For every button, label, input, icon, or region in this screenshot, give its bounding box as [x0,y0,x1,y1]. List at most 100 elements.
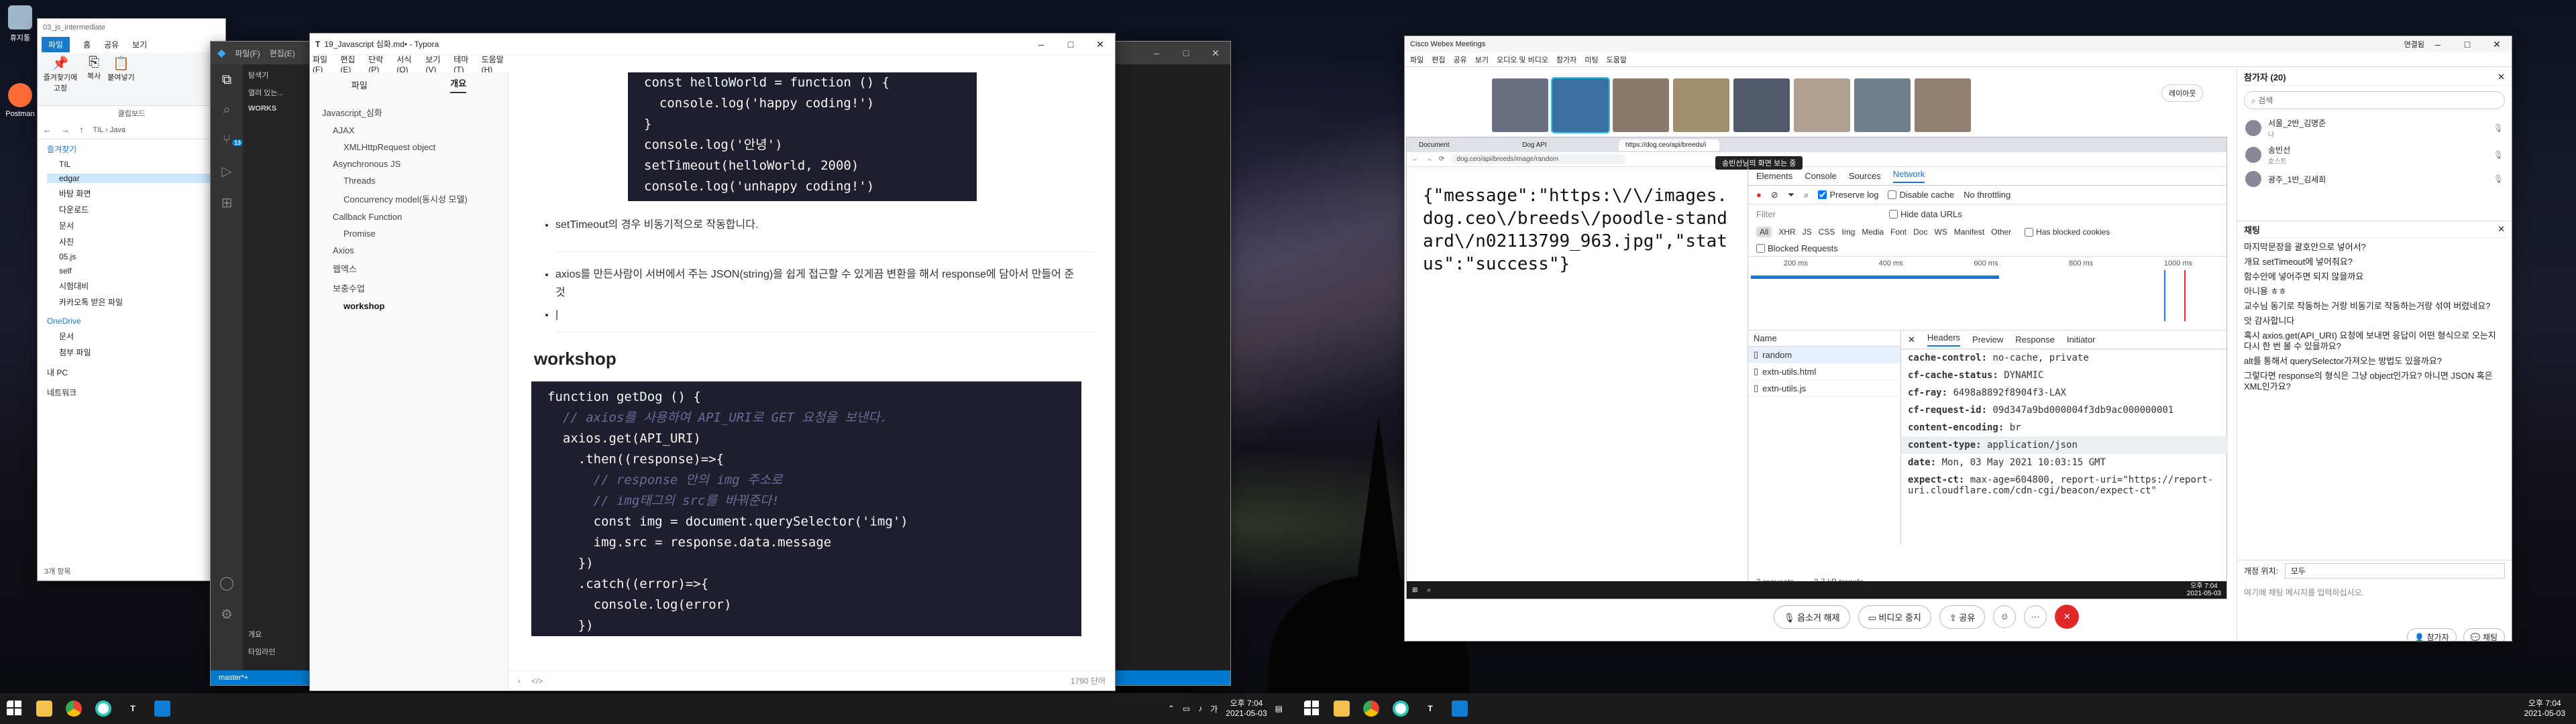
close-icon[interactable]: ✕ [2498,224,2512,235]
outline-item[interactable]: Threads [322,176,496,186]
tab-outline[interactable]: 개요 [450,76,467,93]
request-row[interactable]: ▯ extn-utils.js [1748,380,1900,397]
vscode-menu-file[interactable]: 파일(F) [235,48,260,59]
whale-taskbar-icon[interactable] [89,693,118,724]
devtools-tab[interactable]: Elements [1756,171,1792,181]
resource-type-filter[interactable]: XHR [1778,227,1795,237]
start-icon[interactable] [0,693,30,724]
tab-files[interactable]: 파일 [352,78,368,91]
nav-item[interactable]: 문서 [47,220,225,231]
reactions-icon[interactable]: ☺ [1993,605,2017,628]
resource-type-filter[interactable]: WS [1934,227,1947,237]
vscode-menu-edit[interactable]: 편집(E) [270,48,295,59]
outline-item[interactable]: Promise [322,229,496,239]
vscode-taskbar-icon[interactable] [148,693,177,724]
browser-tab[interactable]: Document [1412,139,1513,151]
nav-item[interactable]: 내 PC [47,367,225,378]
webex-menu-item[interactable]: 미팅 [1585,54,1598,65]
share-button[interactable]: ⇪ 공유 [1939,605,1986,629]
search-icon[interactable]: ⌕ [1804,190,1809,200]
menu-file[interactable]: 파일(F) [313,54,335,74]
chrome-taskbar-icon[interactable] [59,693,89,724]
taskbar-clock[interactable]: 오후 7:04 [2528,699,2561,709]
resource-type-filter[interactable]: JS [1803,227,1812,237]
typora-editor[interactable]: const helloWorld = function () { console… [531,72,1095,669]
code-block[interactable]: const helloWorld = function () { console… [628,72,977,201]
outline-item[interactable]: AJAX [322,125,496,135]
ribbon-tab-share[interactable]: 공유 [104,39,119,50]
menu-format[interactable]: 서식(O) [396,54,420,74]
notification-icon[interactable]: ▤ [1275,704,1283,713]
nav-item[interactable]: TIL [47,160,225,169]
nav-item[interactable]: 다운로드 [47,204,225,215]
has-blocked-cookies-checkbox[interactable]: Has blocked cookies [2025,227,2110,237]
hide-data-urls-checkbox[interactable]: Hide data URLs [1889,209,1962,219]
settings-gear-icon[interactable]: ⚙ [221,606,233,623]
devtools-tab[interactable]: Console [1805,171,1837,181]
menu-view[interactable]: 보기(V) [425,54,448,74]
pin-quick-access-button[interactable]: 📌 즐겨찾기에 고정 [40,55,80,93]
resource-type-filter[interactable]: Media [1862,227,1884,237]
mute-button[interactable]: 🎙 음소거 해제 [1774,605,1850,629]
nav-item[interactable]: 첨부 파일 [47,347,225,358]
outline-item[interactable]: 보충수업 [322,282,496,294]
reload-icon[interactable]: ⟳ [1439,156,1444,163]
maximize-icon[interactable]: □ [1056,34,1085,55]
participant-row[interactable]: 송빈선 호스트 🎙 [2237,141,2512,168]
participant-search-input[interactable]: ⌕ 검색 [2244,91,2505,109]
nav-item[interactable]: 카카오톡 받은 파일 [47,296,225,308]
file-explorer-taskbar-icon[interactable] [1327,693,1356,724]
paste-button[interactable]: 📋 붙여넣기 [107,55,134,82]
leave-meeting-icon[interactable]: ✕ [2055,605,2080,629]
nav-item[interactable]: self [47,266,225,276]
chrome-taskbar-icon[interactable] [1356,693,1386,724]
browser-tab[interactable]: https://dog.ceo/api/breeds/i [1619,139,1719,151]
chat-panel-button[interactable]: 💬 채팅 [2463,628,2505,641]
devtools-tab[interactable]: Sources [1849,171,1881,181]
menu-help[interactable]: 도움말(H) [482,54,511,74]
webex-menu-item[interactable]: 참가자 [1556,54,1576,65]
nav-item[interactable]: 네트워크 [47,387,225,398]
typora-taskbar-icon[interactable]: T [118,693,148,724]
volume-icon[interactable]: ♪ [1198,704,1202,713]
clear-icon[interactable]: ⊘ [1771,190,1778,200]
address-bar[interactable]: TIL › Java [93,126,126,134]
participant-row[interactable]: 광주_1반_김세희 🎙 [2237,168,2512,190]
disable-cache-checkbox[interactable]: Disable cache [1888,190,1954,200]
menu-theme[interactable]: 테마(T) [453,54,476,74]
resource-type-filter[interactable]: Manifest [1954,227,1984,237]
detail-tab[interactable]: Preview [1972,335,2003,345]
nav-item[interactable]: 05.js [47,252,225,261]
chat-to-select[interactable]: 모두 [2284,563,2505,579]
preserve-log-checkbox[interactable]: Preserve log [1818,190,1878,200]
network-icon[interactable]: ▭ [1183,704,1190,713]
file-explorer-taskbar-icon[interactable] [30,693,59,724]
close-icon[interactable]: ✕ [2498,72,2512,82]
minimize-icon[interactable]: – [2423,36,2453,52]
nav-item[interactable]: edgar [47,174,225,183]
outline-item[interactable]: Asynchronous JS [322,159,496,169]
taskbar-date[interactable]: 2021-05-03 [1226,709,1267,719]
explorer-files-icon[interactable]: ⧉ [222,72,231,88]
back-icon[interactable]: ← [43,125,52,135]
tray-chevron-icon[interactable]: ⌃ [1168,704,1175,713]
forward-icon[interactable]: → [1426,156,1432,163]
outline-item[interactable]: Axios [322,245,496,255]
taskbar-date[interactable]: 2021-05-03 [2524,709,2565,719]
layout-button[interactable]: 레이아웃 [2161,84,2204,102]
nav-item[interactable]: 시험대비 [47,280,225,292]
copy-button[interactable]: ⎘ 복사 [87,55,101,81]
taskbar-clock[interactable]: 오후 7:04 [1230,699,1263,709]
webex-menu-item[interactable]: 보기 [1475,54,1489,65]
resource-type-filter[interactable]: Doc [1913,227,1927,237]
ribbon-tab-home[interactable]: 홈 [83,39,91,50]
webex-menu-item[interactable]: 편집 [1432,54,1445,65]
source-mode-icon[interactable]: </> [531,676,543,686]
account-icon[interactable]: ◯ [219,575,234,591]
close-icon[interactable]: ✕ [2482,36,2512,52]
git-branch[interactable]: master*+ [219,674,248,682]
detail-tab[interactable]: Headers [1927,333,1961,347]
close-icon[interactable]: ✕ [1201,42,1230,64]
throttle-select[interactable]: No throttling [1964,190,2010,200]
resource-type-filter[interactable]: Font [1890,227,1907,237]
